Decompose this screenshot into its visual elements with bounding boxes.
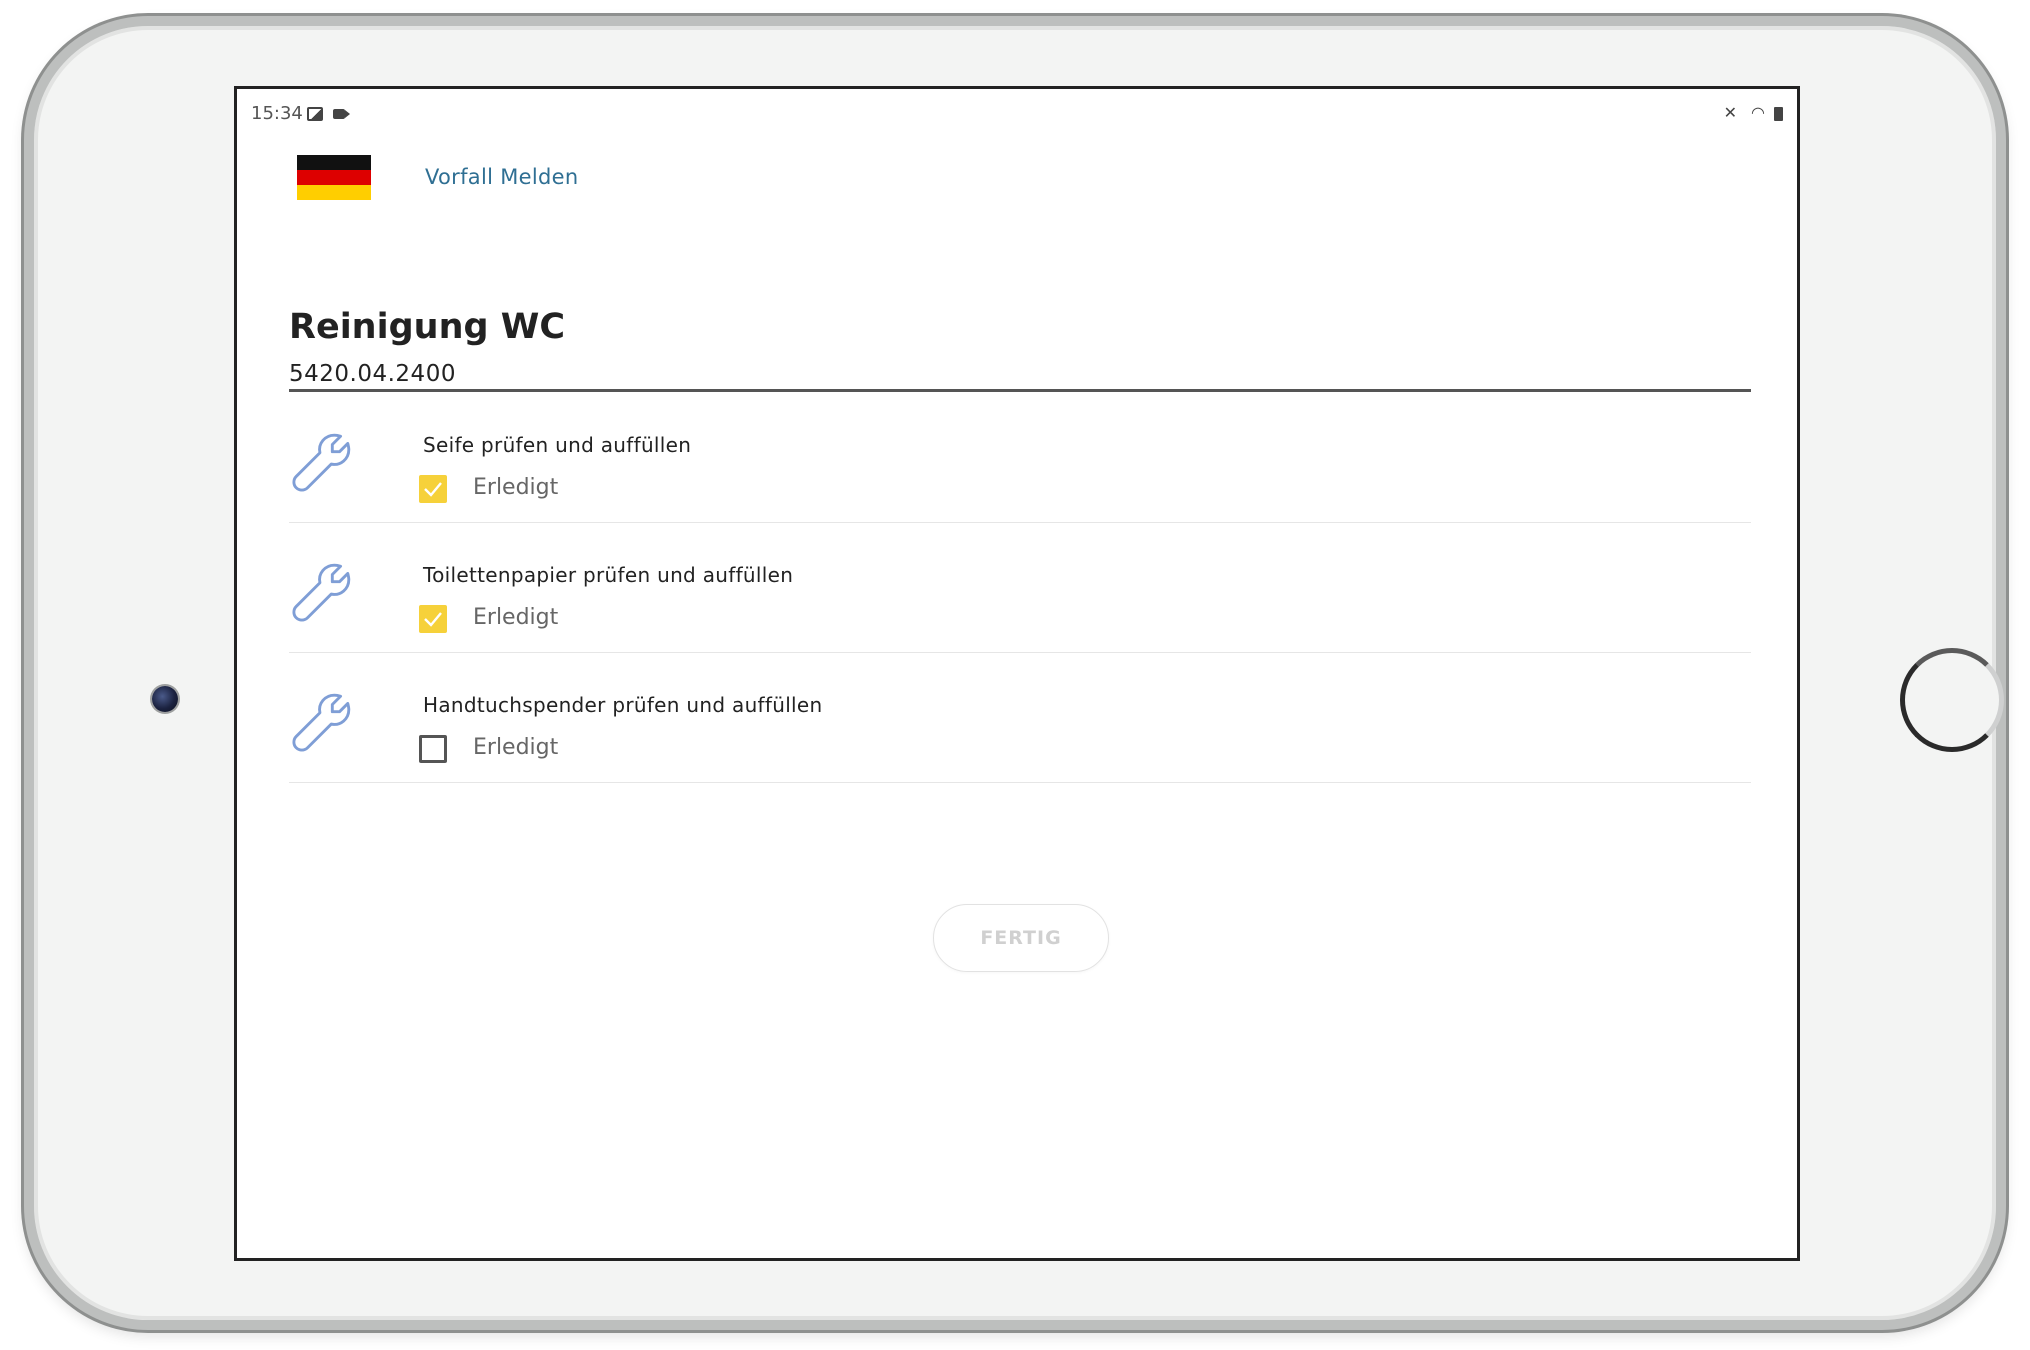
flag-stripe-red (297, 170, 371, 185)
done-button[interactable]: FERTIG (933, 904, 1109, 972)
video-icon (333, 109, 350, 119)
check-icon (424, 482, 442, 497)
title-divider (289, 389, 1751, 392)
task-list: Seife prüfen und auffüllen Erledigt Toil… (289, 393, 1751, 783)
done-checkbox[interactable] (419, 735, 447, 763)
done-label[interactable]: Erledigt (473, 735, 558, 760)
wrench-icon (292, 563, 351, 622)
front-camera (152, 686, 178, 712)
battery-icon (1774, 107, 1783, 121)
task-item: Toilettenpapier prüfen und auffüllen Erl… (289, 523, 1751, 653)
report-incident-link[interactable]: Vorfall Melden (425, 165, 578, 189)
gallery-icon (307, 107, 323, 121)
task-title: Toilettenpapier prüfen und auffüllen (423, 563, 794, 587)
mute-icon: ✕ (1723, 103, 1737, 122)
check-icon (424, 612, 442, 627)
task-item: Handtuchspender prüfen und auffüllen Erl… (289, 653, 1751, 783)
page-title: Reinigung WC (289, 307, 566, 347)
task-title: Seife prüfen und auffüllen (423, 433, 692, 457)
task-title: Handtuchspender prüfen und auffüllen (423, 693, 823, 717)
done-checkbox[interactable] (419, 475, 447, 503)
page-code: 5420.04.2400 (289, 361, 456, 387)
wrench-icon (292, 433, 351, 492)
home-button[interactable] (1900, 648, 2004, 752)
status-time: 15:34 (251, 103, 303, 124)
done-label[interactable]: Erledigt (473, 475, 558, 500)
done-checkbox[interactable] (419, 605, 447, 633)
wifi-icon: ◠ (1751, 103, 1765, 122)
wrench-icon (292, 693, 351, 752)
app-screen: 15:34 ✕ ◠ Vorfall Melden Reinigung WC 54… (234, 86, 1800, 1261)
done-label[interactable]: Erledigt (473, 605, 558, 630)
flag-stripe-black (297, 155, 371, 170)
flag-stripe-gold (297, 185, 371, 200)
germany-flag[interactable] (297, 155, 371, 200)
task-item: Seife prüfen und auffüllen Erledigt (289, 393, 1751, 523)
status-bar: 15:34 ✕ ◠ (237, 89, 1797, 133)
